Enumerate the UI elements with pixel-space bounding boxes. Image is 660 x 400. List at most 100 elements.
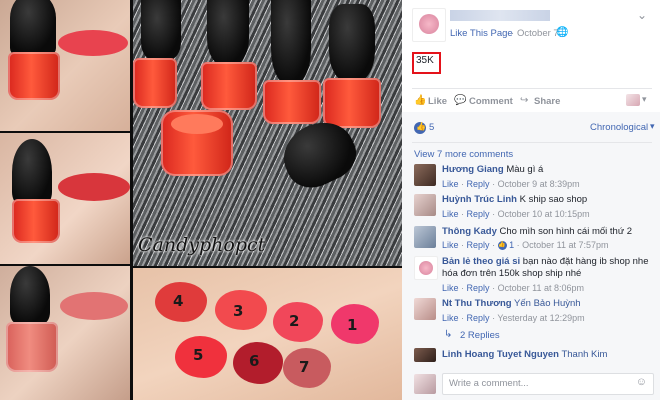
commenter-avatar[interactable] [414,298,436,320]
comment-body: Hương Giang Màu gì á [442,164,652,176]
meta-separator: · [516,240,520,250]
meta-separator: · [461,283,465,293]
comment-text: K ship sao shop [519,194,588,205]
comment-time[interactable]: October 10 at 10:15pm [498,209,590,219]
post-date[interactable]: October 7 [517,28,559,39]
share-button[interactable]: Share [534,96,560,107]
bottle-cap [10,0,56,54]
like-icon: 👍 [414,95,427,106]
lipstick-jar [133,58,177,108]
bottle-cap [141,0,181,60]
comment-like-link[interactable]: Like [442,313,459,323]
comment-time[interactable]: October 9 at 8:39pm [498,179,580,189]
emoji-icon[interactable]: ☺ [636,376,647,388]
comment-button[interactable]: Comment [469,96,513,107]
swatch-number: 5 [193,346,204,364]
swatch-number: 3 [233,302,244,320]
comment-reply-link[interactable]: Reply [467,313,490,323]
sort-caret-icon[interactable]: ▾ [650,121,655,132]
caret-down-icon[interactable]: ▾ [642,94,647,105]
comment-author[interactable]: Bản lẻ theo giá sỉ [442,256,520,267]
comment-author[interactable]: Nt Thu Thương [442,298,512,309]
lipstick-jar [6,322,58,372]
reply-arrow-icon: ↳ [444,329,453,340]
reaction-count[interactable]: 5 [429,122,434,133]
divider [412,142,652,143]
comment-reply-link[interactable]: Reply [467,179,490,189]
comment-like-count[interactable]: 1 [509,240,514,250]
comment-author[interactable]: Huỳnh Trúc Linh [442,194,517,205]
comment-author[interactable]: Linh Hoang Tuyet Nguyen [442,349,559,360]
swatch-number: 7 [299,358,310,376]
photo-tile-products: Candyphopct [133,0,402,266]
lips-shape [58,173,130,201]
comment-like-link[interactable]: Like [442,209,459,219]
watermark: Candyphopct [138,234,266,256]
meta-separator: · [461,209,465,219]
post-photo[interactable]: Candyphopct 4 3 2 1 5 6 7 [0,0,402,400]
commenter-avatar[interactable] [414,164,436,186]
comment-meta: Like · Reply · October 9 at 8:39pm [442,179,580,189]
photo-tile-lips-1 [0,0,130,131]
comment-body: Linh Hoang Tuyet Nguyen Thanh Kim [442,349,654,361]
comment-body: Nt Thu Thương Yến Bảo Huỳnh [442,298,652,310]
commenter-avatar[interactable] [414,226,436,248]
comment-tag[interactable]: Thanh Kim [561,349,607,360]
lipstick-jar [12,199,60,243]
swatch-number: 2 [289,312,300,330]
comment-like-icon: 👍 [497,241,507,251]
comment-author[interactable]: Thông Kady [442,226,497,237]
sort-dropdown[interactable]: Chronological [590,122,648,133]
view-more-comments-link[interactable]: View 7 more comments [414,149,513,160]
like-page-link[interactable]: Like This Page [450,28,513,39]
comment-time[interactable]: October 11 at 7:57pm [522,240,608,250]
meta-separator: · [492,240,496,250]
comment-body: Thông Kady Cho mìh son hình cái mối thứ … [442,226,652,238]
comment-like-link[interactable]: Like [442,283,459,293]
comment-like-link[interactable]: Like [442,179,459,189]
comment-reply-link[interactable]: Reply [467,283,490,293]
bottle-cap [329,4,375,82]
lips-shape [60,292,128,320]
meta-separator: · [492,283,496,293]
header-separator: · [511,28,515,39]
like-button[interactable]: Like [428,96,447,107]
view-replies-link[interactable]: 2 Replies [460,330,500,341]
comment-text: Cho mìh son hình cái mối thứ 2 [499,226,633,237]
bottle-cap [271,0,311,84]
commenter-avatar[interactable] [414,348,436,362]
user-avatar [414,374,436,394]
divider [412,88,652,89]
meta-separator: · [492,179,496,189]
chevron-down-icon[interactable]: ⌄ [637,8,647,22]
meta-separator: · [492,313,496,323]
comment-icon: 💬 [454,95,467,106]
lipstick-jar [201,62,257,110]
comment-input[interactable]: Write a comment... ☺ [442,373,654,395]
comment-reply-link[interactable]: Reply [467,209,490,219]
comment-meta: Like · Reply · October 11 at 8:06pm [442,283,584,293]
lipstick-jar [8,52,60,100]
comment-time[interactable]: October 11 at 8:06pm [498,283,584,293]
swatch-number: 4 [173,292,184,310]
commenter-avatar[interactable] [414,256,438,280]
like-reaction-icon: 👍 [414,122,426,134]
meta-separator: · [461,313,465,323]
comment-like-link[interactable]: Like [442,240,459,250]
bottle-cap [10,266,50,324]
comment-body: Bản lẻ theo giá sỉ bạn nào đặt hàng ib s… [442,256,654,280]
comment-author[interactable]: Hương Giang [442,164,504,175]
comment-meta: Like · Reply · October 10 at 10:15pm [442,209,590,219]
commenter-avatar[interactable] [414,194,436,216]
user-avatar[interactable] [626,94,640,106]
photo-tile-swatches: 4 3 2 1 5 6 7 [133,268,402,400]
lips-shape [58,30,128,56]
page-avatar[interactable] [412,8,446,42]
page-name-blurred[interactable] [450,10,550,21]
comment-tag[interactable]: Yến Bảo Huỳnh [514,298,581,309]
meta-separator: · [492,209,496,219]
comment-input-placeholder: Write a comment... [449,378,529,389]
comment-reply-link[interactable]: Reply [467,240,490,250]
comment-meta: Like · Reply · Yesterday at 12:29pm [442,313,585,323]
comment-time[interactable]: Yesterday at 12:29pm [497,313,584,323]
